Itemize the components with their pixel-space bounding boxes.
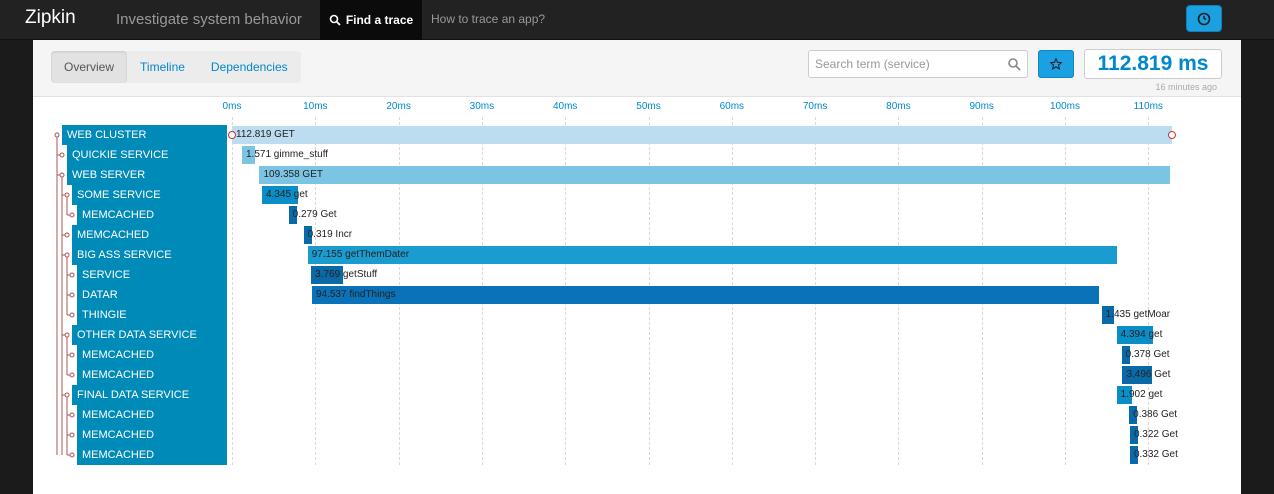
time-tick: 40ms <box>552 101 578 112</box>
time-tick: 10ms <box>303 101 328 112</box>
tree-node <box>64 252 70 258</box>
trace-page: Overview Timeline Dependencies 112.819 m… <box>33 40 1241 494</box>
time-tick: 60ms <box>719 101 745 112</box>
time-tick: 90ms <box>969 101 994 112</box>
tree-node <box>69 412 75 418</box>
tab-timeline[interactable]: Timeline <box>127 51 198 83</box>
span-duration-label: 109.358 GET <box>263 169 323 180</box>
search-icon <box>1008 58 1021 71</box>
tagline: Investigate system behavior <box>116 11 302 28</box>
service-search <box>808 50 1028 78</box>
span-service-name[interactable]: THINGIE <box>77 305 227 325</box>
tree-node <box>69 432 75 438</box>
span-duration-label: 1.435 getMoar <box>1105 309 1171 320</box>
span-service-name[interactable]: OTHER DATA SERVICE <box>72 325 227 345</box>
tree-node <box>69 312 75 318</box>
tree-node <box>69 372 75 378</box>
clock-button[interactable] <box>1186 5 1222 32</box>
span-duration-label: 0.322 Get <box>1133 429 1178 440</box>
view-tabs: Overview Timeline Dependencies <box>51 51 301 83</box>
tree-node <box>69 212 75 218</box>
time-tick: 100ms <box>1049 101 1081 112</box>
time-tick: 30ms <box>469 101 495 112</box>
span-duration-label: 0.332 Get <box>1133 449 1178 460</box>
favorite-button[interactable] <box>1038 50 1074 78</box>
span-service-name[interactable]: QUICKIE SERVICE <box>67 145 227 165</box>
tab-overview[interactable]: Overview <box>51 51 128 83</box>
span-bar[interactable] <box>259 166 1171 184</box>
time-tick: 50ms <box>636 101 661 112</box>
clock-icon <box>1197 12 1211 25</box>
trace-time-ago: 16 minutes ago <box>1155 82 1217 92</box>
span-service-name[interactable]: FINAL DATA SERVICE <box>72 385 227 405</box>
time-gridline <box>232 117 233 465</box>
span-duration-label: 3.496 Get <box>1126 369 1171 380</box>
span-service-name[interactable]: MEMCACHED <box>77 445 227 465</box>
tree-node <box>64 332 70 338</box>
span-service-name[interactable]: BIG ASS SERVICE <box>72 245 227 265</box>
span-duration-label: 1.571 gimme_stuff <box>245 149 329 160</box>
search-input[interactable] <box>809 51 999 77</box>
span-annotation-marker[interactable] <box>228 131 236 139</box>
search-icon <box>329 14 341 26</box>
time-tick: 70ms <box>802 101 828 112</box>
brand-logo[interactable]: Zipkin <box>25 7 76 29</box>
span-service-name[interactable]: MEMCACHED <box>77 205 227 225</box>
span-duration-label: 0.319 Incr <box>307 229 353 240</box>
span-service-name[interactable]: DATAR <box>77 285 227 305</box>
tree-node <box>64 232 70 238</box>
tree-node <box>69 292 75 298</box>
span-duration-label: 0.378 Get <box>1125 349 1170 360</box>
nav-how-to-trace[interactable]: How to trace an app? <box>431 12 545 26</box>
span-bar[interactable] <box>311 286 1100 304</box>
star-icon <box>1050 58 1062 70</box>
tree-node <box>69 272 75 278</box>
span-service-name[interactable]: SOME SERVICE <box>72 185 227 205</box>
span-duration-label: 4.345 get <box>265 189 308 200</box>
span-service-name[interactable]: SERVICE <box>77 265 227 285</box>
top-navbar: Zipkin Investigate system behavior Find … <box>0 0 1274 40</box>
span-duration-label: 97.155 getThemDater <box>311 249 410 260</box>
span-duration-label: 0.386 Get <box>1133 409 1178 420</box>
trace-timeline: 0ms 10ms 20ms 30ms 40ms 50ms 60ms 70ms 80ms 90ms 1… <box>33 97 1241 494</box>
span-duration-label: 1.902 get <box>1120 389 1163 400</box>
span-service-name[interactable]: MEMCACHED <box>77 405 227 425</box>
tree-node <box>69 452 75 458</box>
tree-node <box>59 172 65 178</box>
span-bar[interactable] <box>232 126 1172 144</box>
span-service-name[interactable]: MEMCACHED <box>77 425 227 445</box>
time-tick: 20ms <box>386 101 411 112</box>
span-annotation-marker[interactable] <box>1167 131 1176 139</box>
span-bar[interactable] <box>307 246 1118 264</box>
span-service-name[interactable]: MEMCACHED <box>77 345 227 365</box>
time-tick: 80ms <box>886 101 911 112</box>
span-service-name[interactable]: WEB CLUSTER <box>62 125 227 145</box>
tree-node <box>64 392 70 398</box>
span-duration-label: 3.769 getStuff <box>315 269 378 280</box>
span-service-name[interactable]: WEB SERVER <box>67 165 227 185</box>
trace-duration: 112.819 ms <box>1084 49 1222 79</box>
span-service-name[interactable]: MEMCACHED <box>77 365 227 385</box>
span-duration-label: 4.394 get <box>1120 329 1163 340</box>
nav-find-trace[interactable]: Find a trace <box>320 0 422 40</box>
time-tick: 0ms <box>222 101 242 112</box>
trace-toolbar: Overview Timeline Dependencies 112.819 m… <box>33 40 1241 97</box>
span-duration-label: 0.279 Get <box>292 209 337 220</box>
tree-node <box>64 192 70 198</box>
span-duration-label: 94.537 findThings <box>315 289 396 300</box>
tree-node <box>69 352 75 358</box>
tree-node <box>59 152 65 158</box>
span-service-name[interactable]: MEMCACHED <box>72 225 227 245</box>
tree-node <box>54 132 60 138</box>
span-duration-label: 112.819 GET <box>236 129 295 140</box>
tab-dependencies[interactable]: Dependencies <box>198 51 301 83</box>
nav-find-trace-label: Find a trace <box>345 13 414 27</box>
time-tick: 110ms <box>1133 101 1163 112</box>
